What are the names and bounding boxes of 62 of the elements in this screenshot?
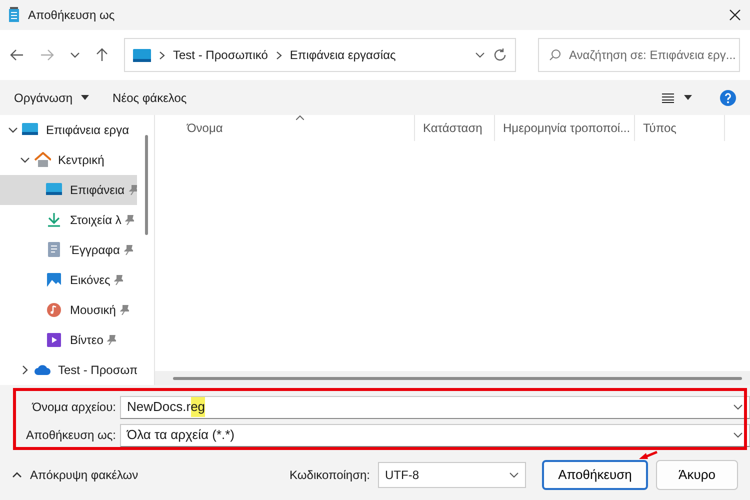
column-header[interactable]: Κατάσταση: [415, 115, 495, 141]
view-list-icon[interactable]: [662, 92, 674, 102]
caret-icon[interactable]: [684, 95, 692, 100]
dropdown-chevron-icon[interactable]: [733, 432, 743, 438]
search-icon: [549, 49, 561, 61]
pictures-icon: [46, 272, 63, 288]
scrollbar-thumb[interactable]: [173, 377, 742, 380]
home-icon: [34, 152, 51, 168]
sidebar-item[interactable]: Test - Προσωπ: [0, 355, 137, 385]
text-field[interactable]: Όλα τα αρχεία (*.*): [120, 424, 750, 446]
close-icon[interactable]: [728, 8, 742, 22]
cloud-icon: [34, 362, 51, 378]
chevron-right-icon: [159, 50, 165, 60]
search-field[interactable]: Αναζήτηση σε: Επιφάνεια εργ...: [538, 38, 740, 72]
desktop-icon: [22, 122, 39, 138]
refresh-icon[interactable]: [493, 48, 507, 62]
chevron-down-icon[interactable]: [8, 125, 18, 135]
dropdown-chevron-icon: [509, 472, 519, 478]
sidebar-item[interactable]: Μουσική: [0, 295, 137, 325]
breadcrumb-item[interactable]: Επιφάνεια εργασίας: [290, 46, 396, 64]
back-arrow-icon[interactable]: [10, 49, 24, 61]
chevron-up-icon: [12, 472, 22, 478]
chevron-right-icon[interactable]: [20, 365, 30, 375]
new-folder-button[interactable]: Νέος φάκελος: [112, 88, 187, 106]
sidebar-item[interactable]: Στοιχεία λ: [0, 205, 137, 235]
desktop-icon: [46, 182, 63, 198]
organize-menu[interactable]: Οργάνωση: [14, 88, 89, 106]
cancel-button[interactable]: Άκυρο: [656, 460, 738, 490]
music-icon: [46, 302, 63, 318]
dropdown-chevron-icon[interactable]: [733, 404, 743, 410]
chevron-right-icon: [276, 50, 282, 60]
caret-icon: [80, 95, 89, 100]
hide-folders-button[interactable]: Απόκρυψη φακέλων: [12, 466, 138, 484]
sidebar-item[interactable]: Εικόνες: [0, 265, 137, 295]
sidebar-item[interactable]: Έγγραφα: [0, 235, 137, 265]
up-arrow-icon[interactable]: [96, 48, 108, 62]
column-header[interactable]: Τύπος: [635, 115, 725, 141]
video-icon: [46, 332, 63, 348]
column-header[interactable]: Όνομα: [155, 115, 415, 141]
chevron-down-icon[interactable]: [20, 155, 30, 165]
sidebar-item[interactable]: Επιφάνεια εργα: [0, 115, 137, 145]
dropdown-chevron-icon[interactable]: [475, 52, 485, 58]
sidebar-item[interactable]: Επιφάνεια: [0, 175, 137, 205]
notepad-icon: [8, 7, 20, 23]
document-icon: [46, 242, 63, 258]
help-icon[interactable]: [720, 90, 736, 106]
encoding-label: Κωδικοποίηση:: [290, 467, 370, 484]
field-label: Αποθήκευση ως:: [25, 427, 117, 444]
desktop-icon: [133, 48, 151, 62]
download-icon: [46, 212, 63, 228]
window-title: Αποθήκευση ως: [28, 7, 115, 24]
breadcrumb-item[interactable]: Test - Προσωπικό: [173, 46, 268, 64]
sidebar-item[interactable]: Κεντρική: [0, 145, 137, 175]
save-button[interactable]: Αποθήκευση: [542, 460, 648, 490]
sidebar-item[interactable]: Βίντεο: [0, 325, 137, 355]
scrollbar-thumb[interactable]: [145, 135, 148, 235]
column-header[interactable]: Ημερομηνία τροποποί...: [495, 115, 635, 141]
text-field[interactable]: NewDocs.reg: [120, 396, 750, 418]
encoding-dropdown[interactable]: UTF-8: [378, 462, 526, 488]
address-bar[interactable]: Test - Προσωπικό Επιφάνεια εργασίας: [124, 38, 516, 72]
chevron-down-icon[interactable]: [70, 52, 80, 58]
field-label: Όνομα αρχείου:: [30, 399, 117, 416]
